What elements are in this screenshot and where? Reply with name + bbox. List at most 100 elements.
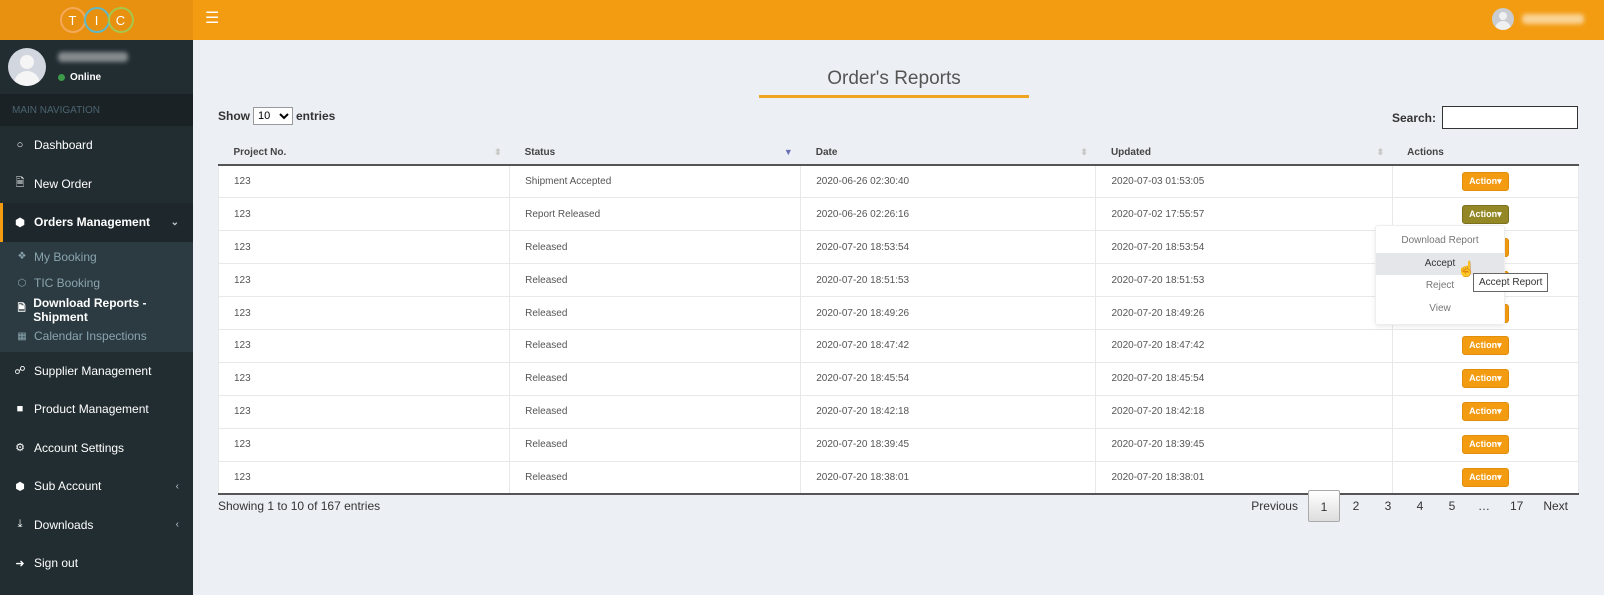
caret-down-icon: ▾ [1497, 471, 1502, 482]
cell-date: 2020-07-20 18:38:01 [800, 461, 1097, 495]
table-row: 123 Released 2020-07-20 18:38:01 2020-07-20… [217, 461, 1580, 495]
sidebar-item-supplier-management[interactable]: ☍ Supplier Management [0, 352, 193, 391]
cell-actions: Action▾ [1391, 428, 1580, 462]
sidebar-item-orders-management[interactable]: ⬢ Orders Management ⌄ [0, 203, 193, 242]
cell-status: Released [509, 362, 802, 396]
table-header-row: Project No. ⬍ Status ▼ Date ⬍ Updated ⬍ Acti… [218, 140, 1579, 166]
gear-icon: ⚙ [15, 442, 25, 455]
cell-date: 2020-07-20 18:45:54 [800, 362, 1097, 396]
cell-status: Released [509, 428, 802, 462]
column-header-status[interactable]: Status ▼ [509, 140, 801, 166]
action-button[interactable]: Action▾ [1462, 467, 1509, 487]
sidebar-item-sign-out[interactable]: ➜ Sign out [0, 544, 193, 583]
circle-icon: ○ [16, 139, 24, 152]
action-button[interactable]: Action▾ [1462, 369, 1509, 389]
menu-item-accept[interactable]: Accept [1376, 252, 1504, 275]
cell-status: Released [509, 230, 802, 265]
cell-date: 2020-07-20 18:51:53 [800, 263, 1097, 298]
logo-area[interactable]: T I C [0, 0, 193, 40]
action-button[interactable]: Action▾ [1462, 402, 1509, 422]
entries-label: entries [296, 109, 336, 123]
sidebar-item-label: Downloads [34, 517, 94, 532]
menu-item-view[interactable]: View [1376, 298, 1504, 321]
pagination-page[interactable]: 17 [1500, 490, 1533, 522]
sign-out-icon: ➜ [15, 557, 25, 570]
sidebar-item-dashboard[interactable]: ○ Dashboard [0, 126, 193, 165]
cell-updated: 2020-07-20 18:42:18 [1095, 395, 1393, 429]
user-menu[interactable] [1492, 8, 1584, 30]
pagination-page[interactable]: 5 [1436, 490, 1468, 522]
cell-date: 2020-07-20 18:49:26 [800, 296, 1097, 330]
main-content: Order's Reports Show 10 entries Search: … [193, 40, 1604, 595]
download-icon: ⤓ [17, 518, 23, 531]
pagination-next[interactable]: Next [1533, 490, 1578, 522]
cell-status: Shipment Accepted [509, 165, 802, 199]
sidebar-item-sub-account[interactable]: ⬢ Sub Account ‹ [0, 467, 193, 506]
show-label: Show [218, 109, 250, 123]
sidebar-item-tic-booking[interactable]: ⬡ TIC Booking [0, 270, 193, 297]
cell-updated: 2020-07-20 18:51:53 [1095, 263, 1393, 298]
action-label: Action [1469, 471, 1498, 482]
caret-down-icon: ▾ [1497, 176, 1502, 187]
tic-logo: T I C [59, 7, 134, 33]
pagination-page[interactable]: 2 [1340, 490, 1372, 522]
caret-down-icon: ▾ [1497, 373, 1502, 384]
cell-updated: 2020-07-20 18:38:01 [1095, 461, 1393, 495]
cell-date: 2020-06-26 02:26:16 [800, 197, 1097, 232]
logo-letter: T [59, 7, 86, 33]
action-button[interactable]: Action▾ [1462, 204, 1509, 224]
cell-updated: 2020-07-03 01:53:05 [1095, 165, 1393, 199]
pagination-previous[interactable]: Previous [1241, 490, 1308, 522]
logo-letter: I [83, 7, 110, 33]
hamburger-icon[interactable]: ☰ [205, 11, 219, 27]
sidebar-item-label: Product Management [34, 402, 149, 417]
sidebar-item-label: Calendar Inspections [34, 329, 147, 344]
cell-status: Released [509, 329, 802, 363]
sidebar-item-label: Dashboard [34, 138, 93, 153]
sidebar-item-label: Download Reports - Shipment [33, 295, 147, 324]
cubes-icon: ❖ [17, 251, 27, 263]
sidebar-item-calendar-inspections[interactable]: ▦ Calendar Inspections [0, 323, 193, 350]
cell-actions: Action▾ [1391, 329, 1580, 363]
sidebar-item-product-management[interactable]: ■ Product Management [0, 390, 193, 429]
cell-updated: 2020-07-20 18:47:42 [1095, 329, 1393, 363]
table-row: 123 Released 2020-07-20 18:39:45 2020-07-20… [217, 428, 1580, 462]
caret-down-icon: ▾ [1497, 439, 1502, 450]
pagination: Previous 1 2 3 4 5 … 17 Next [1241, 490, 1578, 522]
cell-status: Report Released [509, 197, 802, 232]
menu-item-download-report[interactable]: Download Report [1376, 230, 1504, 253]
pagination-page[interactable]: 1 [1307, 490, 1340, 522]
page-length-select[interactable]: 10 [253, 107, 293, 125]
caret-down-icon: ▾ [1497, 208, 1502, 219]
search-input[interactable] [1442, 106, 1578, 129]
pagination-page[interactable]: 3 [1372, 490, 1404, 522]
sidebar-item-label: TIC Booking [34, 276, 101, 291]
action-label: Action [1469, 340, 1498, 351]
column-header-date[interactable]: Date ⬍ [800, 140, 1096, 166]
cell-date: 2020-07-20 18:42:18 [800, 395, 1097, 429]
cell-project: 123 [217, 263, 511, 298]
action-button[interactable]: Action▾ [1462, 336, 1509, 356]
action-button[interactable]: Action▾ [1462, 172, 1509, 192]
cell-actions: Action▾ [1391, 362, 1580, 396]
sidebar-item-my-booking[interactable]: ❖ My Booking [0, 244, 193, 271]
sidebar-item-account-settings[interactable]: ⚙ Account Settings [0, 429, 193, 468]
cell-project: 123 [217, 428, 511, 462]
sidebar-item-new-order[interactable]: 🗎 New Order [0, 165, 193, 204]
column-header-project[interactable]: Project No. ⬍ [218, 140, 510, 166]
pagination-page[interactable]: 4 [1404, 490, 1436, 522]
sidebar-item-downloads[interactable]: ⤓ Downloads ‹ [0, 506, 193, 545]
action-button[interactable]: Action▾ [1462, 435, 1509, 455]
cell-status: Released [509, 461, 802, 495]
cube-icon: ⬡ [17, 277, 27, 289]
sidebar-item-download-reports[interactable]: 🗎 Download Reports - Shipment [0, 295, 193, 324]
avatar [1492, 8, 1514, 30]
cell-updated: 2020-07-20 18:53:54 [1095, 230, 1393, 265]
page-length-control: Show 10 entries [218, 107, 335, 125]
top-navbar: ☰ [193, 0, 1604, 40]
table-row: 123 Released 2020-07-20 18:42:18 2020-07-20… [217, 395, 1580, 429]
cell-project: 123 [217, 197, 511, 232]
cell-project: 123 [217, 395, 511, 429]
column-header-updated[interactable]: Updated ⬍ [1095, 140, 1393, 166]
cell-project: 123 [217, 296, 511, 330]
